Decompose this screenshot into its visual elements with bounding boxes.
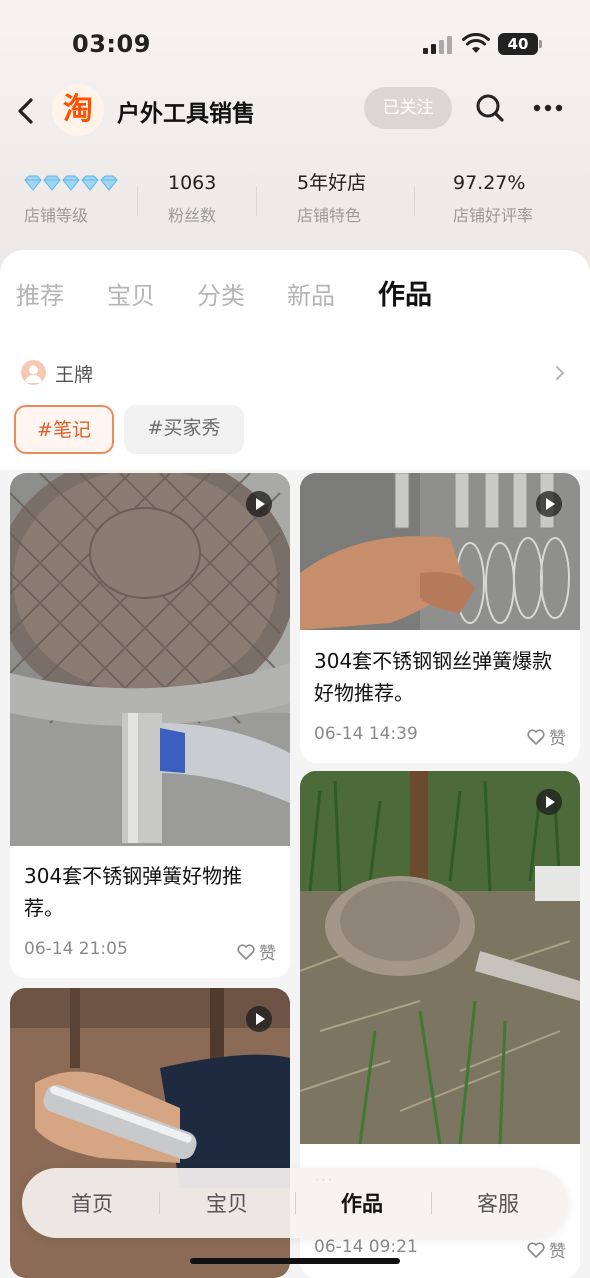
nav-items[interactable]: 宝贝 [177,1188,277,1218]
shop-name[interactable]: 户外工具销售 [117,94,255,128]
heart-icon [527,728,545,745]
chip-notes[interactable]: #笔记 [14,405,114,454]
heart-icon [237,943,255,960]
like-label: 赞 [549,1242,566,1262]
heart-icon [527,1241,545,1258]
stat-label: 店铺等级 [24,206,89,225]
divider [159,1192,160,1214]
stat-label: 店铺好评率 [453,206,534,225]
divider [256,186,257,216]
status-bar: 03:09 40 [0,0,590,80]
diamond-icon [43,175,61,191]
like-label: 赞 [259,944,276,964]
tab-items[interactable]: 宝贝 [107,276,155,311]
page: 03:09 40 淘 户外工具销售 已关注 店铺等级 1063 粉丝数 5年好店… [0,0,590,1278]
like-label: 赞 [549,729,566,749]
nav-works[interactable]: 作品 [312,1188,412,1218]
nav-home[interactable]: 首页 [42,1188,142,1218]
status-time: 03:09 [72,30,151,58]
back-icon[interactable] [14,96,36,126]
bottom-nav: 首页 宝贝 作品 客服 [22,1168,568,1238]
stat-fans[interactable]: 1063 粉丝数 [168,168,258,232]
post-date: 06-14 09:21 [314,1237,418,1257]
divider [295,1192,296,1214]
stat-label: 店铺特色 [297,206,362,225]
author-row[interactable]: 王牌 [0,355,590,391]
stat-rating[interactable]: 97.27% 店铺好评率 [453,168,563,232]
tab-new[interactable]: 新品 [287,276,335,311]
like-button[interactable]: 赞 [527,1237,566,1262]
post-title: 304套不锈钢弹簧好物推荐。 [24,864,243,920]
post-image [300,771,580,1144]
level-diamonds [24,168,134,198]
shop-logo[interactable]: 淘 [52,84,104,136]
like-button[interactable]: 赞 [237,939,276,964]
play-icon [536,491,562,517]
stat-shop-level[interactable]: 店铺等级 [24,168,134,232]
battery-indicator: 40 [498,33,542,55]
post-title: 304套不锈钢钢丝弹簧爆款好物推荐。 [314,649,553,705]
more-icon[interactable] [530,96,566,120]
user-avatar-icon [21,360,46,385]
diamond-icon [100,175,118,191]
stat-label: 粉丝数 [168,206,217,225]
chip-buyer-show[interactable]: #买家秀 [124,405,244,454]
post-date: 06-14 14:39 [314,724,418,744]
stat-shop-feature[interactable]: 5年好店 店铺特色 [297,168,397,232]
stat-value: 97.27% [453,172,526,194]
post-date: 06-14 21:05 [24,939,128,959]
tab-recommend[interactable]: 推荐 [16,276,64,311]
home-indicator [190,1258,400,1264]
diamond-icon [62,175,80,191]
diamond-icon [24,175,42,191]
stat-value: 1063 [168,172,217,194]
shop-header: 淘 户外工具销售 已关注 [0,80,590,140]
post-card[interactable]: 304套不锈钢钢丝弹簧爆款好物推荐。 06-14 14:39 赞 [300,473,580,763]
author-name: 王牌 [55,364,94,386]
nav-customer-service[interactable]: 客服 [448,1188,548,1218]
wifi-icon [462,33,490,53]
post-card[interactable]: 304套不锈钢弹簧好物推荐。 06-14 21:05 赞 [10,473,290,978]
play-icon [536,789,562,815]
search-icon[interactable] [474,92,506,124]
follow-button[interactable]: 已关注 [364,87,452,129]
stat-value: 5年好店 [297,172,367,194]
play-icon [246,491,272,517]
shop-tabs: 推荐 宝贝 分类 新品 作品 [0,270,590,320]
divider [137,186,138,216]
shop-stats: 店铺等级 1063 粉丝数 5年好店 店铺特色 97.27% 店铺好评率 [0,160,590,240]
like-button[interactable]: 赞 [527,724,566,749]
chevron-right-icon [556,366,565,380]
play-icon [246,1006,272,1032]
diamond-icon [81,175,99,191]
tab-category[interactable]: 分类 [197,276,245,311]
divider [431,1192,432,1214]
tab-works[interactable]: 作品 [378,273,432,312]
divider [414,186,415,216]
post-image [10,473,290,846]
signal-icon [423,36,453,54]
